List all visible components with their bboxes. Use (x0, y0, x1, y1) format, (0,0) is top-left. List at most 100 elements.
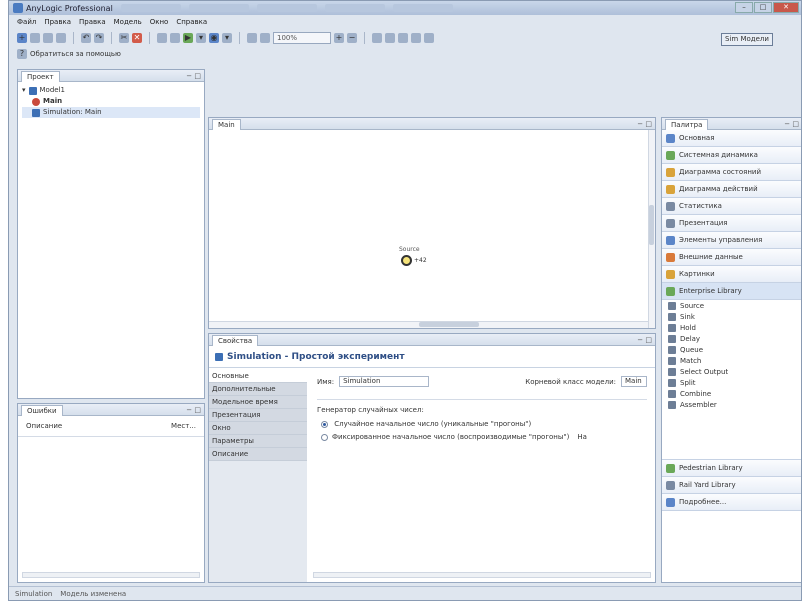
column-description[interactable]: Описание (26, 422, 62, 430)
library-item[interactable]: Split (662, 377, 801, 388)
menu-model[interactable]: Модель (114, 18, 142, 26)
debug-icon[interactable]: ◉ (209, 33, 219, 43)
horizontal-scrollbar[interactable] (209, 321, 648, 328)
panel-minmax-icon[interactable]: − □ (784, 120, 799, 128)
minimize-button[interactable]: – (735, 2, 753, 13)
cut-icon[interactable]: ✂ (119, 33, 129, 43)
model-canvas[interactable]: Source +42 (209, 130, 655, 328)
palette-item[interactable]: Элементы управления (662, 232, 801, 249)
open-icon[interactable] (30, 33, 40, 43)
source-block[interactable]: +42 (401, 255, 427, 266)
palette-item[interactable]: Системная динамика (662, 147, 801, 164)
run-model-button[interactable]: Sim Модели (721, 33, 773, 46)
menu-window[interactable]: Окно (150, 18, 169, 26)
library-item[interactable]: Hold (662, 322, 801, 333)
rng-option-random[interactable]: Случайное начальное число (уникальные "п… (317, 420, 647, 428)
align-icon[interactable] (398, 33, 408, 43)
library-item[interactable]: Delay (662, 333, 801, 344)
tab-parameters[interactable]: Параметры (209, 435, 307, 448)
group-icon[interactable] (424, 33, 434, 43)
build-icon[interactable]: ▶ (183, 33, 193, 43)
tab-properties[interactable]: Свойства (212, 334, 259, 346)
library-item[interactable]: Sink (662, 311, 801, 322)
help-link[interactable]: ? Обратиться за помощью (17, 49, 121, 59)
redo-icon[interactable]: ↷ (94, 33, 104, 43)
taskbar-button[interactable] (120, 4, 181, 12)
save-icon[interactable] (43, 33, 53, 43)
library-item[interactable]: Combine (662, 388, 801, 399)
tab-main[interactable]: Main (212, 118, 241, 130)
pan-icon[interactable] (260, 33, 270, 43)
horizontal-scrollbar[interactable] (313, 572, 651, 578)
palette-item[interactable]: Подробнее... (662, 494, 801, 511)
delete-icon[interactable]: ✕ (132, 33, 142, 43)
panel-minmax-icon[interactable]: − □ (186, 406, 201, 414)
column-location[interactable]: Мест... (171, 422, 196, 430)
tab-advanced[interactable]: Дополнительные (209, 383, 307, 396)
layout-icon[interactable] (372, 33, 382, 43)
menu-edit-2[interactable]: Правка (79, 18, 106, 26)
palette-item[interactable]: Презентация (662, 215, 801, 232)
vertical-scrollbar[interactable] (648, 130, 655, 328)
palette-item[interactable]: Диаграмма состояний (662, 164, 801, 181)
expand-icon[interactable]: ▾ (22, 85, 26, 96)
menu-file[interactable]: Файл (17, 18, 36, 26)
tab-model-time[interactable]: Модельное время (209, 396, 307, 409)
palette-item[interactable]: Основная (662, 130, 801, 147)
menu-help[interactable]: Справка (176, 18, 207, 26)
library-item[interactable]: Match (662, 355, 801, 366)
scroll-thumb[interactable] (419, 322, 479, 327)
zoom-out-icon[interactable]: − (347, 33, 357, 43)
agent-field[interactable]: Main (621, 376, 647, 387)
taskbar-button[interactable] (256, 4, 317, 12)
tab-description[interactable]: Описание (209, 448, 307, 461)
new-icon[interactable]: + (17, 33, 27, 43)
library-item[interactable]: Queue (662, 344, 801, 355)
tab-problems[interactable]: Ошибки (21, 404, 63, 416)
library-item[interactable]: Assembler (662, 399, 801, 410)
close-button[interactable]: ✕ (773, 2, 799, 13)
palette-item[interactable]: Внешние данные (662, 249, 801, 266)
tab-general[interactable]: Основные (209, 370, 307, 383)
scroll-thumb[interactable] (649, 205, 654, 245)
palette-item[interactable]: Rail Yard Library (662, 477, 801, 494)
save-all-icon[interactable] (56, 33, 66, 43)
palette-item[interactable]: Статистика (662, 198, 801, 215)
tab-window[interactable]: Окно (209, 422, 307, 435)
taskbar-button[interactable] (324, 4, 385, 12)
copy-icon[interactable] (157, 33, 167, 43)
paste-icon[interactable] (170, 33, 180, 43)
tab-project[interactable]: Проект (21, 70, 60, 82)
grid-icon[interactable] (385, 33, 395, 43)
palette-item[interactable]: Картинки (662, 266, 801, 283)
radio-fixed[interactable] (321, 433, 328, 441)
library-item[interactable]: Select Output (662, 366, 801, 377)
undo-icon[interactable]: ↶ (81, 33, 91, 43)
debug-dropdown-icon[interactable]: ▾ (222, 33, 232, 43)
maximize-button[interactable]: □ (754, 2, 772, 13)
tree-item-main[interactable]: Main (22, 96, 200, 107)
pointer-icon[interactable] (247, 33, 257, 43)
palette-item[interactable]: Диаграмма действий (662, 181, 801, 198)
panel-minmax-icon[interactable]: − □ (637, 336, 652, 344)
radio-random[interactable] (321, 420, 328, 428)
horizontal-scrollbar[interactable] (22, 572, 200, 578)
taskbar-button[interactable] (188, 4, 249, 12)
library-item[interactable]: Source (662, 300, 801, 311)
name-field[interactable]: Simulation (339, 376, 430, 387)
palette-item-enterprise[interactable]: Enterprise Library (662, 283, 801, 300)
menu-edit[interactable]: Правка (44, 18, 71, 26)
panel-minmax-icon[interactable]: − □ (186, 72, 201, 80)
distribute-icon[interactable] (411, 33, 421, 43)
tab-palette[interactable]: Палитра (665, 118, 709, 130)
rng-option-fixed[interactable]: Фиксированное начальное число (воспроизв… (317, 433, 647, 441)
tree-item-simulation[interactable]: Simulation: Main (22, 107, 200, 118)
panel-minmax-icon[interactable]: − □ (637, 120, 652, 128)
tab-presentation[interactable]: Презентация (209, 409, 307, 422)
run-dropdown-icon[interactable]: ▾ (196, 33, 206, 43)
taskbar-button[interactable] (392, 4, 453, 12)
palette-item[interactable]: Pedestrian Library (662, 460, 801, 477)
tree-item-model[interactable]: ▾ Model1 (22, 85, 200, 96)
zoom-select[interactable]: 100% (273, 32, 331, 44)
zoom-in-icon[interactable]: + (334, 33, 344, 43)
